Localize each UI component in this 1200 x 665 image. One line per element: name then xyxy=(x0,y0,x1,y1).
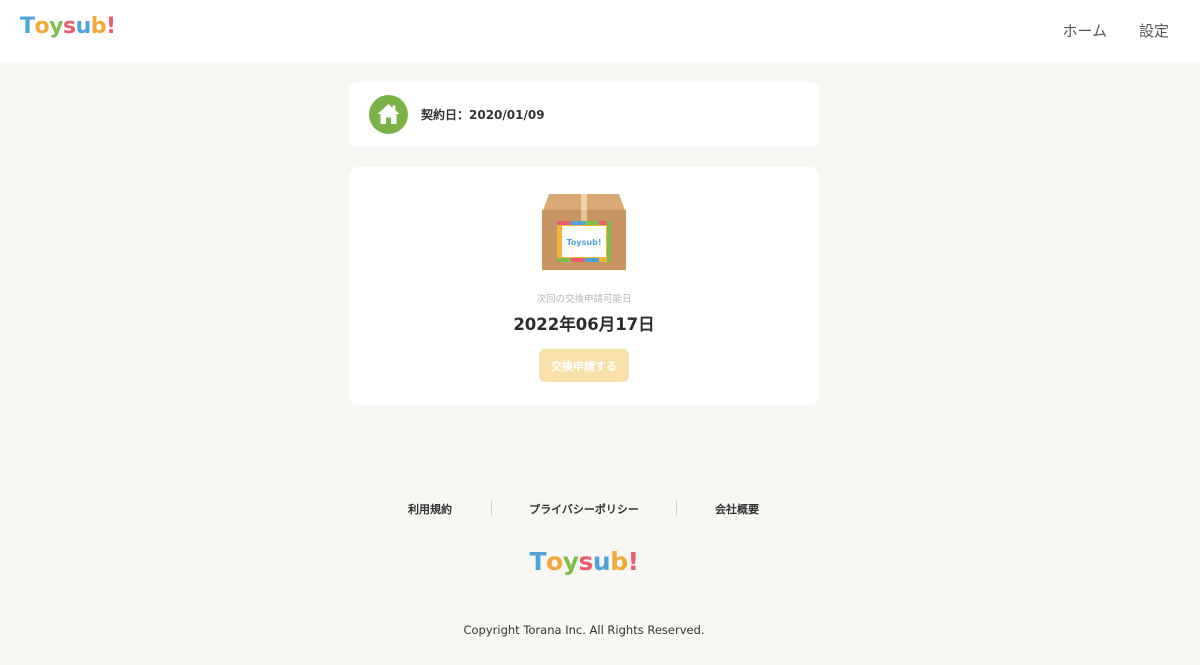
logo-letter: o xyxy=(546,547,563,576)
logo-letter: b xyxy=(610,547,628,576)
exchange-card: Toysub! 次回の交換申請可能日 2022年06月17日 交換申請する xyxy=(349,167,819,405)
logo-letter: y xyxy=(562,547,579,576)
logo-letter: s xyxy=(578,547,594,576)
logo-letter: u xyxy=(75,14,92,39)
logo-letter: o xyxy=(34,14,50,39)
copyright-text: Copyright Torana Inc. All Rights Reserve… xyxy=(463,623,705,637)
cardboard-box-icon: Toysub! xyxy=(541,192,627,272)
contract-card: 契約日：2020/01/09 xyxy=(349,82,819,147)
footer-links: 利用規約 プライバシーポリシー 会社概要 xyxy=(0,500,1200,518)
contract-date: 契約日：2020/01/09 xyxy=(421,108,545,122)
box-label: Toysub! xyxy=(567,238,602,247)
logo-letter: T xyxy=(20,14,35,39)
nav-settings-link[interactable]: 設定 xyxy=(1139,20,1169,41)
toysub-logo[interactable]: Toysub! xyxy=(20,14,116,39)
house-icon xyxy=(369,95,408,134)
logo-letter: s xyxy=(62,14,76,39)
footer-link-company[interactable]: 会社概要 xyxy=(697,501,777,517)
exchange-request-button[interactable]: 交換申請する xyxy=(539,349,629,382)
logo-letter: ! xyxy=(627,547,639,576)
logo-letter: T xyxy=(529,547,547,576)
logo-letter: y xyxy=(49,14,63,39)
logo-letter: b xyxy=(90,14,107,39)
footer-divider xyxy=(491,501,492,516)
logo-letter: ! xyxy=(106,14,116,39)
site-header: Toysub! ホーム 設定 xyxy=(0,0,1200,62)
next-exchange-date: 2022年06月17日 xyxy=(513,315,655,334)
footer-link-terms[interactable]: 利用規約 xyxy=(390,501,470,517)
footer-logo: Toysub! xyxy=(0,547,1168,576)
footer-divider xyxy=(676,501,677,516)
footer-link-privacy[interactable]: プライバシーポリシー xyxy=(514,501,654,517)
logo-letter: u xyxy=(592,547,611,576)
nav-home-link[interactable]: ホーム xyxy=(1062,20,1107,41)
next-exchange-label: 次回の交換申請可能日 xyxy=(536,294,632,305)
